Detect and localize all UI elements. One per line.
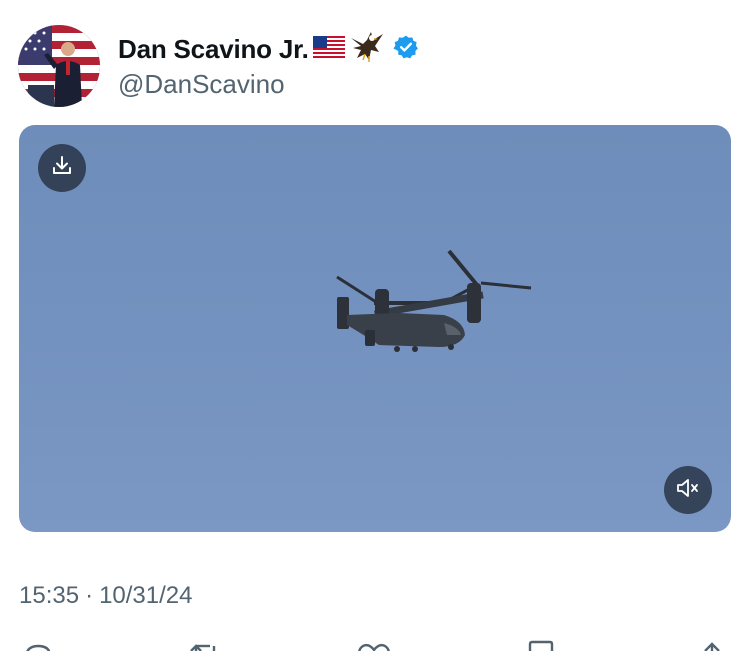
- tweet-detail: Dan Scavino Jr. @DanScavino 15:35 · 10/3…: [0, 0, 750, 651]
- tweet-action-bar: [0, 636, 750, 651]
- volume-muted-icon: [675, 476, 701, 505]
- author-name-row: Dan Scavino Jr.: [118, 30, 419, 69]
- mute-toggle-button[interactable]: [664, 466, 712, 514]
- share-icon[interactable]: [698, 640, 726, 651]
- download-icon: [50, 154, 74, 183]
- reply-icon[interactable]: [20, 640, 56, 651]
- eagle-icon: [349, 30, 385, 69]
- repost-icon[interactable]: [186, 640, 226, 651]
- tweet-time[interactable]: 15:35: [19, 582, 79, 610]
- us-flag-icon: [312, 35, 345, 63]
- verified-badge-icon: [393, 34, 419, 65]
- download-button[interactable]: [38, 144, 86, 192]
- tweet-video[interactable]: [19, 125, 731, 532]
- timestamp-separator: ·: [85, 582, 94, 609]
- author-display-name[interactable]: Dan Scavino Jr.: [118, 34, 309, 65]
- like-icon[interactable]: [355, 640, 393, 651]
- bookmark-icon[interactable]: [526, 640, 558, 651]
- tweet-timestamp: 15:35 · 10/31/24: [19, 582, 192, 610]
- author-handle[interactable]: @DanScavino: [118, 69, 285, 100]
- osprey-aircraft-image: [336, 249, 532, 352]
- author-avatar[interactable]: [18, 25, 100, 107]
- tweet-date[interactable]: 10/31/24: [99, 582, 192, 610]
